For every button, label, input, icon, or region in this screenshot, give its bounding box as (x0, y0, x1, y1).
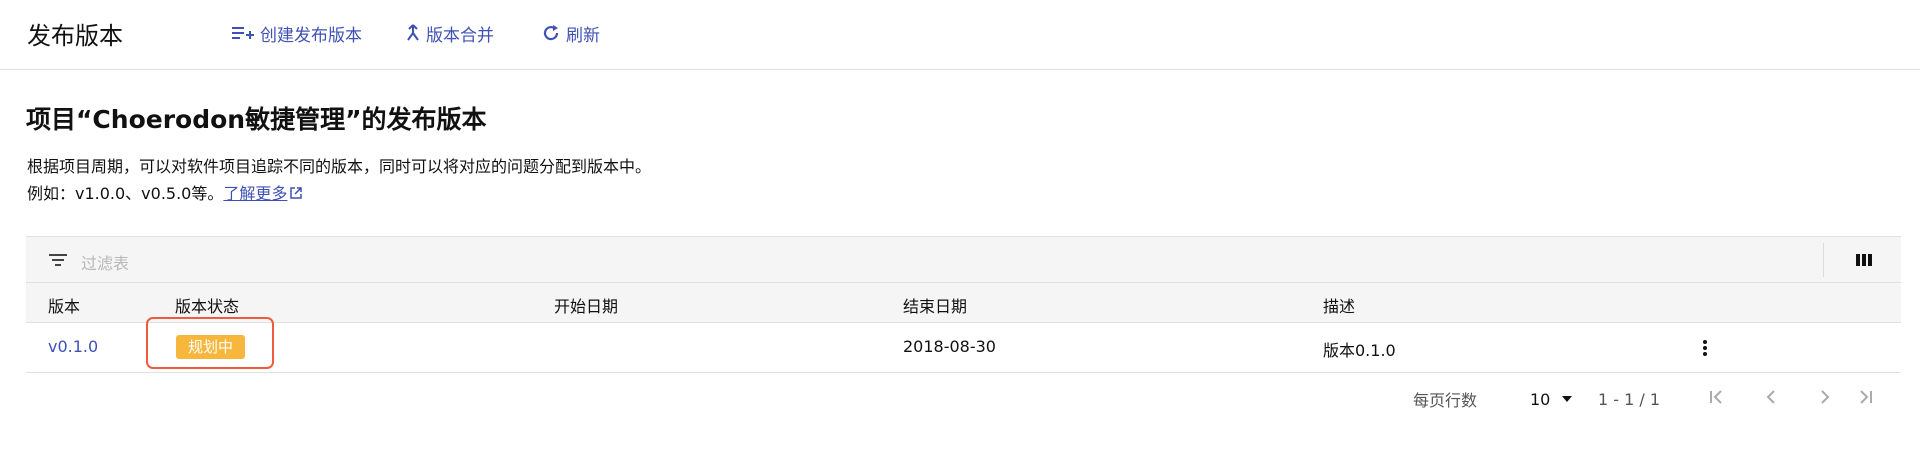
column-header-status[interactable]: 版本状态 (175, 293, 239, 317)
chevron-down-icon (1562, 396, 1573, 402)
refresh-button[interactable]: 刷新 (542, 22, 600, 46)
column-header-start-date[interactable]: 开始日期 (554, 293, 618, 317)
status-badge: 规划中 (176, 335, 246, 359)
open-in-new-icon (290, 187, 303, 199)
view-column-icon[interactable] (1856, 253, 1872, 267)
column-header-end-date[interactable]: 结束日期 (903, 293, 967, 317)
refresh-icon (543, 25, 559, 41)
next-page-icon[interactable] (1817, 389, 1833, 405)
description: 根据项目周期，可以对软件项目追踪不同的版本，同时可以将对应的问题分配到版本中。 … (27, 153, 651, 207)
more-vert-icon[interactable] (1702, 339, 1708, 357)
page-title: 发布版本 (27, 22, 123, 50)
table-header: 版本 版本状态 开始日期 结束日期 描述 (26, 283, 1901, 323)
learn-more-label: 了解更多 (223, 184, 288, 203)
rows-per-page-select[interactable]: 10 (1530, 387, 1573, 411)
filter-input[interactable]: 过滤表 (81, 250, 129, 274)
column-header-version[interactable]: 版本 (48, 293, 80, 317)
page-header: 发布版本 创建发布版本 版本合并 刷新 (0, 0, 1920, 70)
end-date-cell: 2018-08-30 (903, 337, 996, 356)
merge-version-button[interactable]: 版本合并 (406, 22, 494, 46)
version-link[interactable]: v0.1.0 (48, 337, 98, 356)
learn-more-link[interactable]: 了解更多 (223, 184, 303, 203)
rows-per-page-value: 10 (1530, 389, 1551, 409)
description-cell: 版本0.1.0 (1323, 341, 1396, 360)
playlist-add-icon (232, 27, 254, 39)
description-example: 例如：v1.0.0、v0.5.0等。 (27, 184, 224, 203)
toolbar-divider (1823, 243, 1824, 277)
description-line-2: 例如：v1.0.0、v0.5.0等。了解更多 (27, 180, 651, 207)
last-page-icon[interactable] (1858, 389, 1874, 405)
previous-page-icon[interactable] (1763, 389, 1779, 405)
filter-list-icon (49, 254, 67, 266)
rows-per-page-label: 每页行数 (1413, 391, 1478, 410)
page-range: 1 - 1 / 1 (1598, 389, 1661, 409)
merge-version-label: 版本合并 (426, 25, 494, 46)
version-table: 过滤表 版本 版本状态 开始日期 结束日期 描述 v0.1.0 规划中 2018… (26, 236, 1901, 373)
create-release-button[interactable]: 创建发布版本 (232, 22, 362, 46)
refresh-label: 刷新 (566, 25, 600, 46)
description-line-1: 根据项目周期，可以对软件项目追踪不同的版本，同时可以将对应的问题分配到版本中。 (27, 157, 652, 176)
table-row[interactable]: v0.1.0 规划中 2018-08-30 版本0.1.0 (26, 317, 1901, 373)
column-header-description[interactable]: 描述 (1323, 293, 1355, 317)
filter-bar: 过滤表 (26, 237, 1901, 283)
content-title: 项目“Choerodon敏捷管理”的发布版本 (26, 105, 487, 134)
first-page-icon[interactable] (1708, 389, 1724, 405)
create-release-label: 创建发布版本 (260, 25, 362, 46)
merge-icon (407, 24, 419, 41)
